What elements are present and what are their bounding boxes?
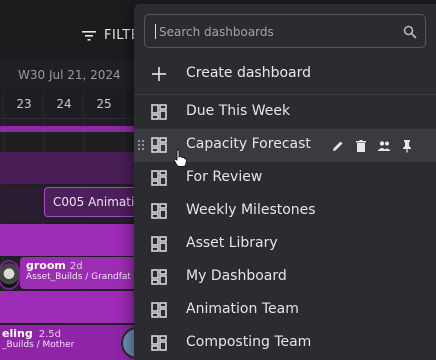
text-caret xyxy=(155,24,156,39)
dashboards-menu: Create dashboard Due This Week xyxy=(134,4,436,360)
item-actions xyxy=(331,138,414,153)
dashboard-label: Capacity Forecast xyxy=(186,136,311,152)
dashboard-list: Due This Week Capacity Forecast For Revi… xyxy=(134,96,436,360)
task-card[interactable]: groom 2d Asset_Builds / Grandfat xyxy=(20,257,150,289)
dashboard-label: Weekly Milestones xyxy=(186,202,316,218)
delete-icon[interactable] xyxy=(354,138,368,152)
create-dashboard-label: Create dashboard xyxy=(186,65,312,81)
dashboard-icon xyxy=(151,170,167,186)
pin-icon[interactable] xyxy=(400,138,414,153)
timeline-band xyxy=(0,152,140,184)
task-card[interactable]: eling 2.5d _Builds / Mother xyxy=(0,325,140,360)
task-duration: 2.5d xyxy=(38,329,61,340)
filter-button[interactable]: FILTE xyxy=(82,28,139,43)
drag-handle-icon[interactable] xyxy=(137,139,145,151)
share-users-icon[interactable] xyxy=(377,138,391,152)
edit-icon[interactable] xyxy=(331,138,345,152)
dashboard-icon xyxy=(151,104,167,120)
avatar xyxy=(0,260,21,290)
search-box[interactable] xyxy=(144,14,426,49)
dashboard-item[interactable]: For Review xyxy=(134,162,436,195)
timeline-bar[interactable] xyxy=(0,126,140,132)
dashboard-icon xyxy=(151,203,167,219)
dashboard-label: For Review xyxy=(186,169,263,185)
dashboard-label: Due This Week xyxy=(186,103,291,119)
dashboard-icon xyxy=(151,137,167,153)
dashboard-item[interactable]: My Dashboard xyxy=(134,261,436,294)
dashboard-icon xyxy=(151,236,167,252)
search-input[interactable] xyxy=(157,15,401,49)
task-path: _Builds / Mother xyxy=(2,340,75,350)
dashboard-item[interactable]: Composting Team xyxy=(134,327,436,360)
dashboard-icon xyxy=(151,269,167,285)
dashboard-item[interactable]: Asset Library xyxy=(134,228,436,261)
dashboard-icon xyxy=(151,335,167,351)
filter-icon xyxy=(82,30,96,41)
dashboard-label: My Dashboard xyxy=(186,268,287,284)
search-icon[interactable] xyxy=(403,25,417,39)
day-label: 23 xyxy=(16,97,32,111)
task-title: eling xyxy=(2,327,33,340)
dashboard-item[interactable]: Capacity Forecast xyxy=(134,129,436,167)
create-dashboard-button[interactable]: Create dashboard xyxy=(134,56,436,92)
dashboard-item[interactable]: Weekly Milestones xyxy=(134,195,436,228)
dashboard-item[interactable]: Due This Week xyxy=(134,96,436,129)
dashboard-label: Composting Team xyxy=(186,334,312,350)
dashboard-item[interactable]: Animation Team xyxy=(134,294,436,327)
task-duration: 2d xyxy=(69,261,83,272)
dashboard-label: Animation Team xyxy=(186,301,299,317)
dashboard-label: Asset Library xyxy=(186,235,278,251)
timeline-bar[interactable] xyxy=(0,291,140,323)
divider xyxy=(134,94,436,95)
dashboard-icon xyxy=(151,302,167,318)
task-path: Asset_Builds / Grandfat xyxy=(26,272,131,282)
week-label: W30 Jul 21, 2024 xyxy=(18,68,121,82)
task-title: groom xyxy=(26,259,66,272)
plus-icon xyxy=(152,67,166,81)
day-label: 25 xyxy=(96,97,112,111)
timeline-bar[interactable] xyxy=(0,224,140,256)
day-label: 24 xyxy=(56,97,72,111)
